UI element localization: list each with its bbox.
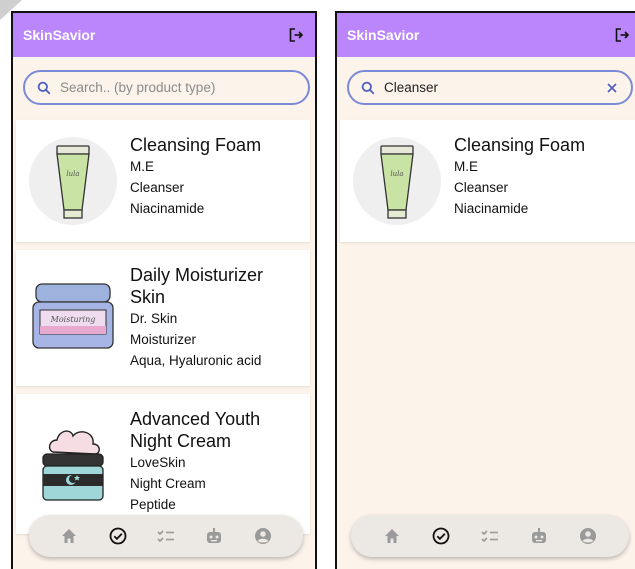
product-type: Night Cream xyxy=(130,476,206,491)
jar-label: Moisturing xyxy=(50,315,96,324)
product-image: lula xyxy=(352,130,442,232)
app-title: SkinSavior xyxy=(347,27,420,43)
product-image: Moisturing xyxy=(28,260,118,376)
tube-icon: lula xyxy=(353,137,441,225)
product-card[interactable]: Moisturing Daily Moisturizer Skin Dr. Sk… xyxy=(16,250,310,386)
product-ingredients: Niacinamide xyxy=(130,201,205,216)
product-brand: M.E xyxy=(130,159,155,174)
checklist-icon[interactable] xyxy=(154,524,178,548)
product-image xyxy=(28,404,118,520)
product-list: lula Cleansing Foam M.E Cleanser Niacina… xyxy=(337,120,635,250)
tube-icon: lula xyxy=(29,137,117,225)
clear-icon[interactable] xyxy=(605,81,619,95)
robot-icon[interactable] xyxy=(527,524,551,548)
app-bar: SkinSavior xyxy=(337,13,635,57)
search-icon xyxy=(361,81,375,95)
robot-icon[interactable] xyxy=(202,524,226,548)
product-name: Daily Moisturizer Skin xyxy=(130,265,264,307)
home-icon[interactable] xyxy=(380,524,404,548)
account-icon[interactable] xyxy=(251,524,275,548)
search-icon xyxy=(37,81,51,95)
product-name: Cleansing Foam xyxy=(454,135,586,155)
home-icon[interactable] xyxy=(57,524,81,548)
product-ingredients: Niacinamide xyxy=(454,201,529,216)
checklist-icon[interactable] xyxy=(478,524,502,548)
product-type: Cleanser xyxy=(454,180,509,195)
product-ingredients: Peptide xyxy=(130,497,176,512)
product-type: Cleanser xyxy=(130,180,185,195)
logout-icon[interactable] xyxy=(613,26,631,44)
search-input[interactable] xyxy=(60,80,296,95)
product-list: lula Cleansing Foam M.E Cleanser Niacina… xyxy=(13,120,315,542)
product-brand: M.E xyxy=(454,159,479,174)
product-name: Cleansing Foam xyxy=(130,135,262,155)
product-name: Advanced Youth Night Cream xyxy=(130,409,261,451)
product-brand: LoveSkin xyxy=(130,455,186,470)
svg-text:lula: lula xyxy=(66,170,79,178)
jar-icon: Moisturing xyxy=(32,283,114,349)
bottom-nav xyxy=(29,515,303,557)
check-circle-icon[interactable] xyxy=(106,524,130,548)
search-bar[interactable] xyxy=(347,70,633,105)
bottom-nav xyxy=(351,515,629,557)
product-card[interactable]: lula Cleansing Foam M.E Cleanser Niacina… xyxy=(16,120,310,242)
product-info: Daily Moisturizer Skin Dr. Skin Moisturi… xyxy=(130,260,290,376)
app-bar: SkinSavior xyxy=(13,13,315,57)
product-card[interactable]: Advanced Youth Night Cream LoveSkin Nigh… xyxy=(16,394,310,534)
right-screen: SkinSavior lula xyxy=(335,11,635,569)
product-info: Cleansing Foam M.E Cleanser Niacinamide xyxy=(454,130,585,232)
search-bar[interactable] xyxy=(23,70,310,105)
product-info: Advanced Youth Night Cream LoveSkin Nigh… xyxy=(130,404,290,524)
check-circle-icon[interactable] xyxy=(429,524,453,548)
product-ingredients: Aqua, Hyaluronic acid xyxy=(130,353,262,368)
logout-icon[interactable] xyxy=(287,26,305,44)
search-input[interactable] xyxy=(384,80,605,95)
svg-text:lula: lula xyxy=(390,170,403,178)
product-brand: Dr. Skin xyxy=(130,311,178,326)
app-title: SkinSavior xyxy=(23,27,96,43)
night-cream-icon xyxy=(42,430,104,501)
account-icon[interactable] xyxy=(576,524,600,548)
product-card[interactable]: lula Cleansing Foam M.E Cleanser Niacina… xyxy=(340,120,635,242)
product-type: Moisturizer xyxy=(130,332,197,347)
left-screen: SkinSavior lula xyxy=(11,11,317,569)
product-info: Cleansing Foam M.E Cleanser Niacinamide xyxy=(130,130,261,232)
product-image: lula xyxy=(28,130,118,232)
